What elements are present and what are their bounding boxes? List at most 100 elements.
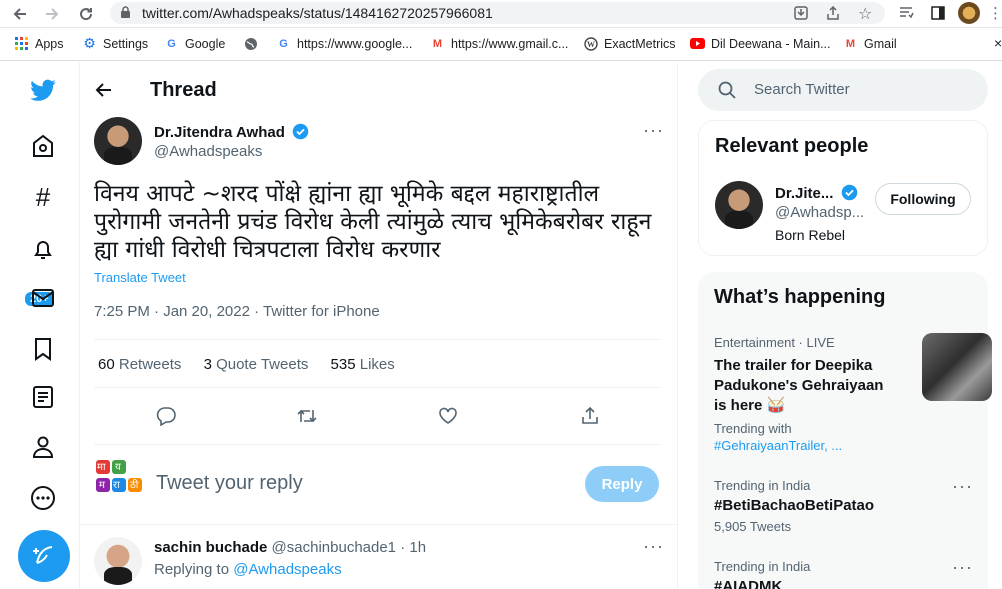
person-bio: Born Rebel (775, 227, 846, 243)
trend-more-icon[interactable]: ··· (952, 557, 973, 578)
logo-letter: मा (97, 462, 106, 473)
reply-author-line: sachin buchade @sachinbuchade1 · 1h (154, 539, 426, 556)
quotes-count: 3 (203, 356, 212, 373)
likes-stat[interactable]: 535 Likes (331, 356, 395, 373)
trend-hashtag-link[interactable]: #GehraiyaanTrailer, ... (714, 438, 842, 453)
author-avatar[interactable] (94, 117, 142, 165)
bookmarks-bar: Apps ⚙ Settings G Google G https://www.g… (0, 29, 1002, 61)
bookmark-label: Apps (35, 36, 64, 51)
bookmark-google-url[interactable]: G https://www.google... (276, 36, 412, 51)
compose-tweet-button[interactable] (18, 530, 70, 582)
menu-icon[interactable]: ⋮ (988, 4, 1002, 22)
person-name-text: Dr.Jite... (775, 185, 834, 202)
wordpress-icon: W (583, 36, 598, 51)
marathi-logo-avatar: मा य म रा ठी (94, 458, 144, 502)
svg-text:W: W (587, 40, 595, 49)
google-icon: G (279, 37, 288, 50)
quotes-label: Quote Tweets (216, 356, 309, 373)
translate-tweet-link[interactable]: Translate Tweet (94, 270, 186, 285)
trend-title: #BetiBachaoBetiPatao (714, 497, 875, 514)
back-arrow-icon[interactable] (10, 4, 30, 24)
trend-title: #AIADMK (714, 578, 783, 589)
reply-button[interactable]: Reply (585, 466, 659, 502)
share-icon[interactable] (825, 5, 841, 26)
reply-author-name[interactable]: sachin buchade (154, 539, 267, 556)
author-name[interactable]: Dr.Jitendra Awhad (154, 123, 309, 141)
side-panel-icon[interactable] (930, 5, 946, 26)
person-handle[interactable]: @Awhadsp... (775, 204, 864, 221)
notifications-bell-icon[interactable] (28, 234, 58, 264)
profile-avatar[interactable] (958, 2, 980, 24)
bookmark-google[interactable]: G Google (164, 36, 225, 51)
replying-to-line: Replying to @Awhadspeaks (154, 561, 342, 578)
bookmark-gmail-url[interactable]: M https://www.gmail.c... (430, 36, 569, 51)
like-heart-icon[interactable] (436, 404, 460, 428)
install-icon[interactable] (793, 5, 809, 26)
author-name-text: Dr.Jitendra Awhad (154, 124, 285, 141)
forward-arrow-icon[interactable] (42, 4, 62, 24)
trend-more-icon[interactable]: ··· (952, 476, 973, 497)
relevant-people-card: Relevant people Dr.Jite... @Awhadsp... B… (698, 120, 988, 256)
divider (94, 339, 660, 340)
tweet-stats: 60 Retweets 3 Quote Tweets 535 Likes (98, 356, 413, 373)
globe-icon (243, 36, 258, 51)
search-placeholder: Search Twitter (754, 81, 850, 98)
more-circle-icon[interactable] (28, 483, 58, 513)
author-handle[interactable]: @Awhadspeaks (154, 143, 262, 160)
tweet-text: विनय आपटे ~शरद पोंक्षे ह्यांना ह्या भूमि… (94, 181, 652, 263)
verified-badge-icon (292, 123, 309, 140)
tweet-timestamp[interactable]: 7:25 PM · Jan 20, 2022 · Twitter for iPh… (94, 303, 380, 320)
reload-icon[interactable] (76, 4, 96, 24)
reply-icon[interactable] (154, 404, 178, 428)
reply-input[interactable]: Tweet your reply (156, 472, 303, 495)
gmail-icon: M (432, 37, 443, 50)
share-icon[interactable] (578, 404, 602, 428)
twitter-bird-icon[interactable] (28, 76, 58, 106)
bookmarks-icon[interactable] (28, 334, 58, 364)
explore-hashtag-icon[interactable]: # (28, 182, 58, 212)
bookmark-label: ExactMetrics (604, 36, 676, 51)
gear-icon: ⚙ (83, 35, 96, 51)
url-text: twitter.com/Awhadspeaks/status/148416272… (142, 5, 493, 21)
star-icon[interactable]: ☆ (858, 4, 872, 24)
profile-icon[interactable] (28, 432, 58, 462)
close-icon[interactable]: × (994, 35, 1002, 51)
trend-subtext: Trending with (714, 421, 792, 436)
trend-thumbnail-image (922, 333, 992, 401)
relevant-people-title: Relevant people (715, 135, 869, 157)
browser-toolbar: twitter.com/Awhadspeaks/status/148416272… (0, 0, 1002, 28)
youtube-icon (690, 36, 705, 51)
quote-tweets-stat[interactable]: 3 Quote Tweets (204, 356, 309, 373)
retweets-stat[interactable]: 60 Retweets (98, 356, 181, 373)
person-avatar[interactable] (715, 181, 763, 229)
reading-list-icon[interactable] (898, 5, 914, 26)
trend-context: Trending in India (714, 478, 811, 493)
trend-title: The trailer for Deepika Padukone's Gehra… (714, 357, 884, 414)
home-icon[interactable] (28, 131, 58, 161)
search-input[interactable]: Search Twitter (698, 69, 988, 111)
bookmark-apps[interactable]: Apps (14, 36, 64, 51)
replying-to-handle-link[interactable]: @Awhadspeaks (233, 561, 341, 578)
replying-to-label: Replying to (154, 561, 230, 578)
person-name[interactable]: Dr.Jite... (775, 184, 858, 202)
bookmark-settings[interactable]: ⚙ Settings (82, 35, 148, 51)
bookmark-globe[interactable] (243, 36, 258, 51)
lists-icon[interactable] (28, 382, 58, 412)
reply-more-options-icon[interactable]: ··· (643, 536, 664, 557)
trend-subtext: 5,905 Tweets (714, 519, 792, 534)
apps-grid-icon (14, 36, 29, 51)
bookmark-exactmetrics[interactable]: W ExactMetrics (583, 36, 676, 51)
thread-column: Thread Dr.Jitendra Awhad @Awhadspeaks ··… (80, 62, 678, 589)
trend-context: Trending in India (714, 559, 811, 574)
following-button[interactable]: Following (875, 183, 971, 215)
address-bar[interactable]: twitter.com/Awhadspeaks/status/148416272… (110, 2, 885, 24)
more-options-icon[interactable]: ··· (643, 120, 664, 141)
reply-time[interactable]: · 1h (400, 539, 426, 556)
messages-envelope-icon[interactable] (28, 283, 58, 313)
reply-author-avatar[interactable] (94, 537, 142, 585)
bookmark-gmail[interactable]: M Gmail (843, 36, 897, 51)
retweet-icon[interactable] (295, 404, 319, 428)
back-arrow-icon[interactable] (94, 80, 114, 105)
reply-author-handle[interactable]: @sachinbuchade1 (272, 539, 396, 556)
bookmark-youtube[interactable]: Dil Deewana - Main... (690, 36, 831, 51)
